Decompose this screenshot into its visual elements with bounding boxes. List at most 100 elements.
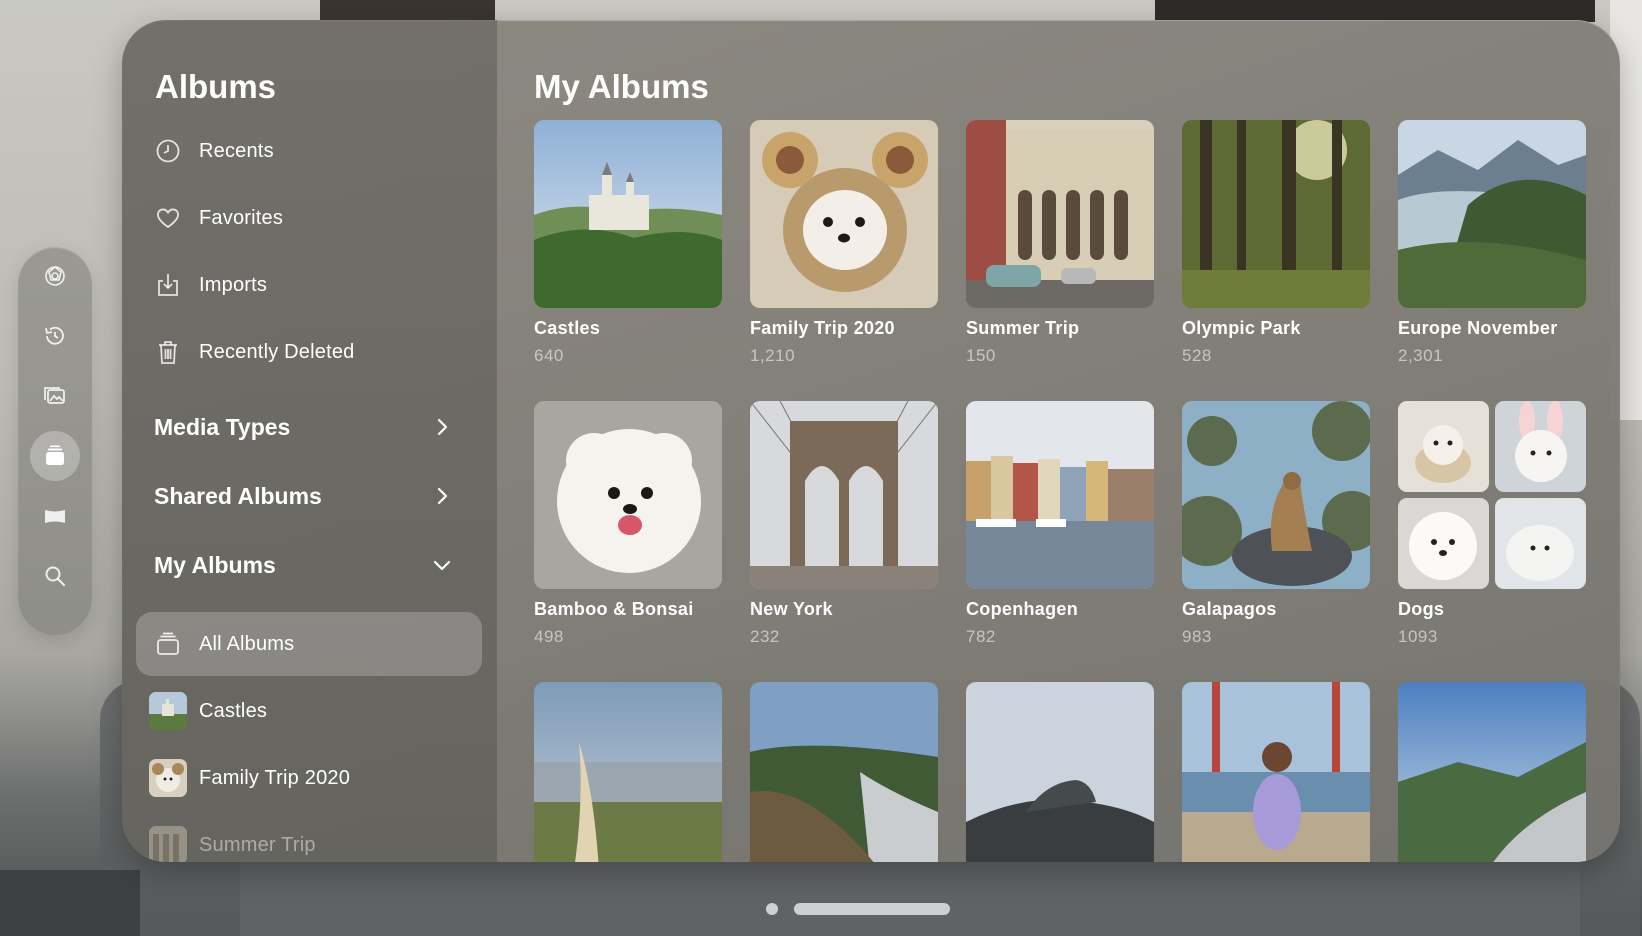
album-thumbnail (534, 682, 722, 862)
album-thumbnail (966, 682, 1154, 862)
sidebar: Albums Recents Favorites Imports Recentl… (122, 20, 497, 862)
section-my-albums[interactable]: My Albums (136, 537, 476, 593)
sidebar-item-label: Castles (199, 699, 268, 722)
album-name: Copenhagen (966, 599, 1079, 619)
sidebar-item-castles[interactable]: Castles (136, 679, 482, 743)
section-shared-albums[interactable]: Shared Albums (136, 468, 476, 524)
albums-content: My Albums Castles 640 Family Trip 2020 1… (497, 20, 1620, 862)
album-count: 232 (750, 627, 780, 646)
sidebar-item-label: Favorites (199, 206, 284, 229)
sidebar-title: Albums (155, 68, 277, 105)
album-tile[interactable] (1398, 682, 1586, 862)
sidebar-item-all-albums[interactable]: All Albums (136, 612, 482, 676)
albums-stack-icon (152, 628, 184, 660)
album-name: New York (750, 599, 833, 619)
album-thumbnail (149, 826, 187, 862)
background-shelf (320, 0, 495, 20)
album-count: 983 (1182, 627, 1212, 646)
section-media-types[interactable]: Media Types (136, 399, 476, 455)
apps-icon[interactable] (30, 251, 80, 301)
album-name: Bamboo & Bonsai (534, 599, 694, 619)
album-thumbnail (534, 401, 722, 589)
album-name: Family Trip 2020 (750, 318, 895, 338)
albums-icon[interactable] (30, 431, 80, 481)
section-label: Shared Albums (154, 482, 322, 509)
album-name: Galapagos (1182, 599, 1277, 619)
album-count: 498 (534, 627, 564, 646)
import-icon (152, 269, 184, 301)
album-thumbnail (1182, 120, 1370, 308)
sidebar-item-label: Recents (199, 139, 274, 162)
sidebar-item-family-trip-2020[interactable]: Family Trip 2020 (136, 746, 482, 810)
album-thumbnail (750, 401, 938, 589)
album-count: 2,301 (1398, 346, 1444, 365)
album-tile-summer-trip[interactable]: Summer Trip 150 (966, 120, 1154, 366)
album-name: Summer Trip (966, 318, 1080, 338)
chevron-right-icon (437, 487, 448, 505)
album-thumbnail (534, 120, 722, 308)
window-grabber-bar[interactable] (794, 903, 950, 915)
album-thumbnail (1182, 682, 1370, 862)
tab-bar-ornament (18, 247, 92, 635)
background-sofa-seat (240, 860, 1580, 936)
section-label: Media Types (154, 413, 291, 440)
sidebar-item-label: Family Trip 2020 (199, 766, 351, 789)
album-tile-copenhagen[interactable]: Copenhagen 782 (966, 401, 1154, 647)
album-tile-olympic-park[interactable]: Olympic Park 528 (1182, 120, 1370, 366)
photos-window: Albums Recents Favorites Imports Recentl… (122, 20, 1620, 862)
chevron-down-icon (433, 560, 451, 571)
album-thumbnail (966, 120, 1154, 308)
album-thumbnail (1398, 401, 1586, 589)
sidebar-item-recently-deleted[interactable]: Recently Deleted (136, 320, 482, 384)
album-tile[interactable] (750, 682, 938, 862)
album-name: Castles (534, 318, 601, 338)
album-tile[interactable] (966, 682, 1154, 862)
album-tile-family-trip-2020[interactable]: Family Trip 2020 1,210 (750, 120, 938, 366)
album-count: 1,210 (750, 346, 796, 365)
album-thumbnail (149, 692, 187, 730)
chevron-right-icon (437, 418, 448, 436)
album-tile-dogs[interactable]: Dogs 1093 (1398, 401, 1586, 647)
album-tile-bamboo-bonsai[interactable]: Bamboo & Bonsai 498 (534, 401, 722, 647)
album-name: Europe November (1398, 318, 1558, 338)
search-icon[interactable] (30, 551, 80, 601)
sidebar-item-imports[interactable]: Imports (136, 253, 482, 317)
album-name: Dogs (1398, 599, 1445, 619)
sidebar-item-label: Summer Trip (199, 833, 316, 856)
album-count: 150 (966, 346, 996, 365)
sidebar-item-summer-trip[interactable]: Summer Trip (136, 813, 482, 862)
library-icon[interactable] (30, 371, 80, 421)
recent-activity-icon[interactable] (30, 311, 80, 361)
sidebar-item-label: All Albums (199, 632, 295, 655)
album-thumbnail (149, 759, 187, 797)
sidebar-item-favorites[interactable]: Favorites (136, 186, 482, 250)
album-thumbnail (750, 682, 938, 862)
sidebar-item-label: Recently Deleted (199, 340, 355, 363)
album-count: 782 (966, 627, 996, 646)
album-tile-new-york[interactable]: New York 232 (750, 401, 938, 647)
album-tile[interactable] (1182, 682, 1370, 862)
panorama-icon[interactable] (30, 491, 80, 541)
page-title: My Albums (534, 68, 709, 105)
album-tile-galapagos[interactable]: Galapagos 983 (1182, 401, 1370, 647)
trash-icon (152, 336, 184, 368)
album-tile-europe-november[interactable]: Europe November 2,301 (1398, 120, 1586, 366)
album-name: Olympic Park (1182, 318, 1301, 338)
album-thumbnail (966, 401, 1154, 589)
album-count: 640 (534, 346, 564, 365)
album-tile[interactable] (534, 682, 722, 862)
album-thumbnail (1398, 120, 1586, 308)
background-floor (0, 870, 140, 936)
album-tile-castles[interactable]: Castles 640 (534, 120, 722, 366)
background-shelf (1155, 0, 1595, 22)
album-thumbnail (750, 120, 938, 308)
album-thumbnail (1182, 401, 1370, 589)
section-label: My Albums (154, 551, 276, 578)
page-indicator[interactable] (766, 903, 778, 915)
clock-icon (152, 135, 184, 167)
album-thumbnail (1398, 682, 1586, 862)
album-count: 528 (1182, 346, 1212, 365)
heart-icon (152, 202, 184, 234)
sidebar-item-recents[interactable]: Recents (136, 119, 482, 183)
sidebar-item-label: Imports (199, 273, 268, 296)
